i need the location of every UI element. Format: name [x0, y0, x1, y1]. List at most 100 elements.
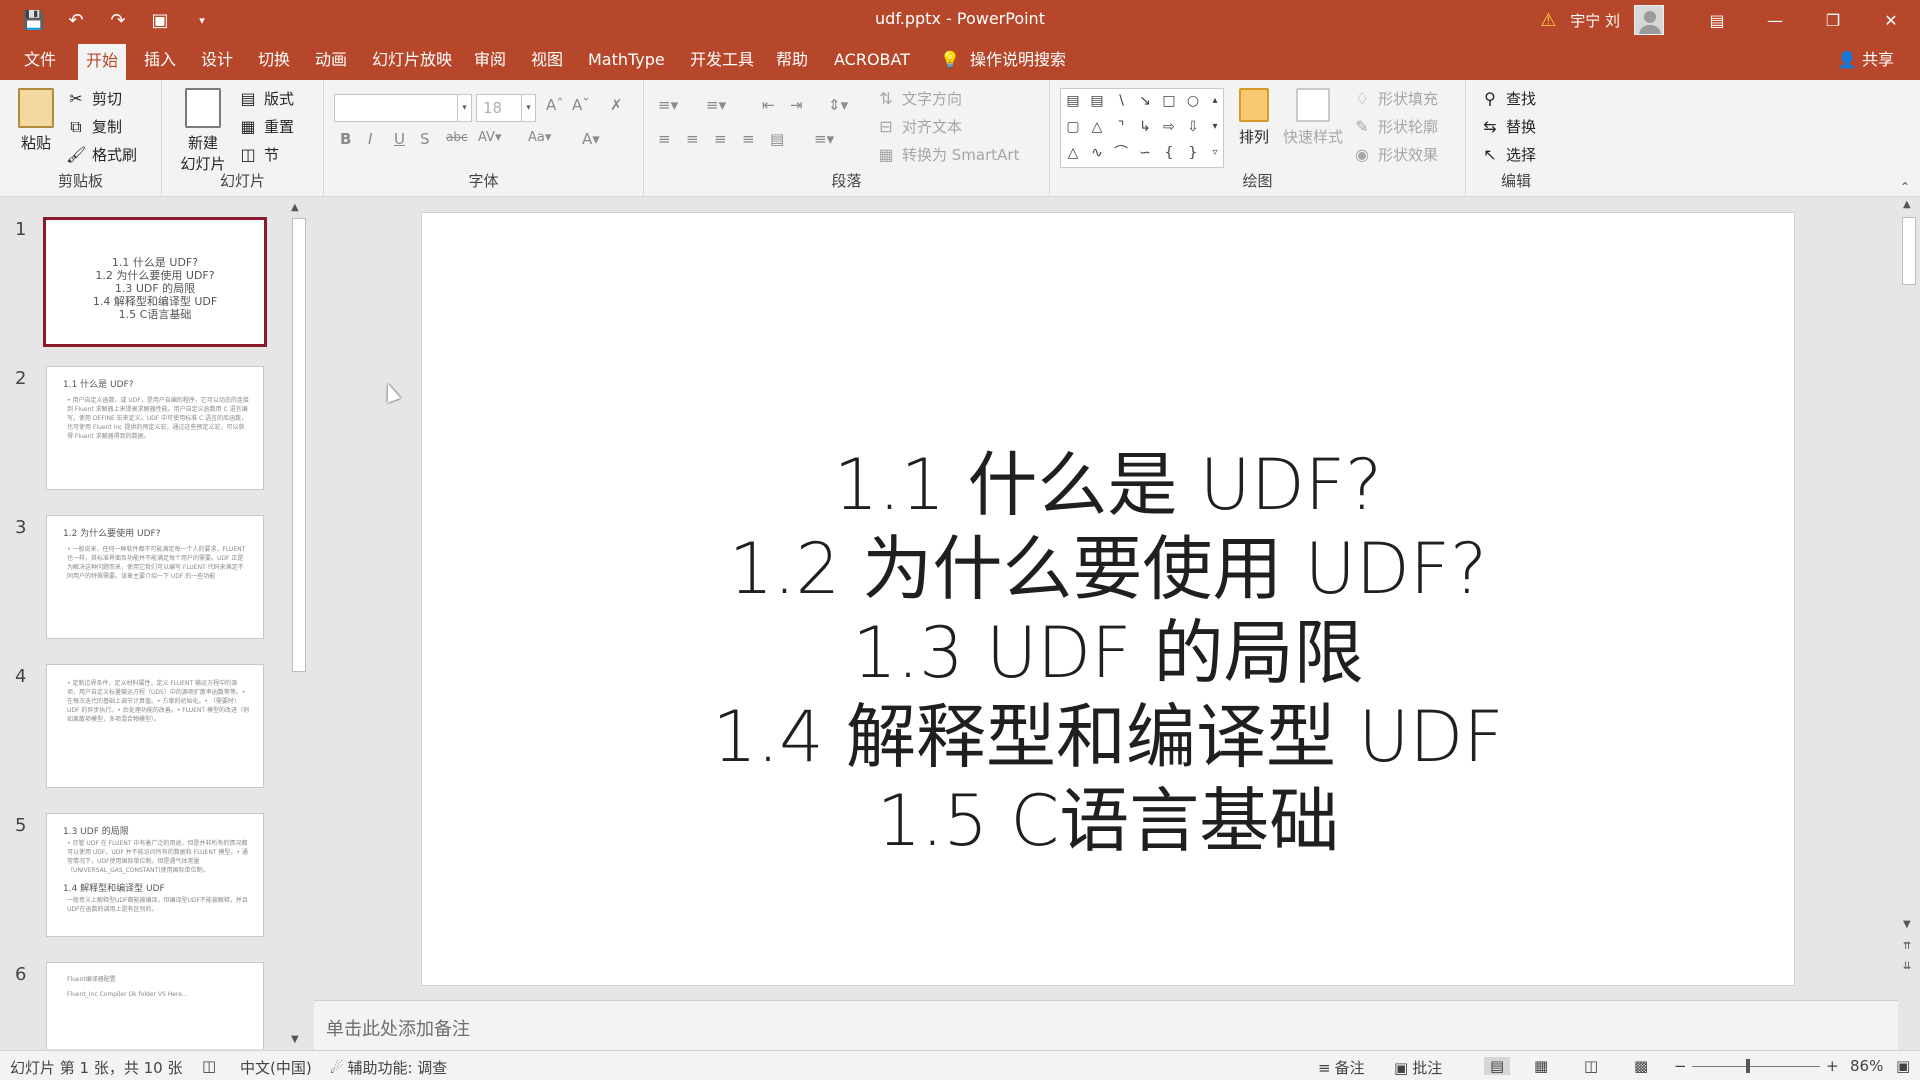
slide-thumbnail-5[interactable]: 1.3 UDF 的局限 • 尽管 UDF 在 FLUENT 中有着广泛的用途，但… — [46, 813, 264, 937]
avatar[interactable] — [1634, 5, 1664, 35]
tab-design[interactable]: 设计 — [193, 40, 241, 80]
thumbnails-scrollbar[interactable]: ▲ ▼ — [289, 200, 309, 1050]
copy-button[interactable]: ⧉ 复制 — [66, 116, 122, 137]
thumb-slot-5[interactable]: 5 1.3 UDF 的局限 • 尽管 UDF 在 FLUENT 中有着广泛的用途… — [0, 813, 300, 943]
select-button[interactable]: ↖ 选择 — [1480, 144, 1536, 165]
increase-indent-icon[interactable]: ⇥ — [790, 96, 803, 114]
slide-canvas[interactable]: 1.1 什么是 UDF? 1.2 为什么要使用 UDF? 1.3 UDF 的局限… — [421, 212, 1795, 986]
tab-acrobat[interactable]: ACROBAT — [826, 40, 918, 80]
zoom-slider[interactable] — [1692, 1066, 1820, 1067]
find-button[interactable]: ⚲ 查找 — [1480, 88, 1536, 109]
scrollbar-thumb[interactable] — [292, 218, 306, 672]
tab-review[interactable]: 审阅 — [466, 40, 514, 80]
align-center-icon[interactable]: ≡ — [686, 130, 699, 148]
arrange-button[interactable]: 排列 — [1232, 88, 1276, 147]
slide-sorter-icon[interactable]: ▦ — [1534, 1057, 1548, 1075]
thumb-slot-3[interactable]: 3 1.2 为什么要使用 UDF? • 一般说来，任何一种软件都不可能满足每一个… — [0, 515, 300, 645]
paste-button[interactable]: 粘贴 — [14, 88, 58, 153]
ribbon-display-icon[interactable]: ▤ — [1688, 0, 1746, 40]
elbow-shape-icon[interactable]: ⌝ — [1113, 119, 1129, 135]
tab-mathtype[interactable]: MathType — [580, 40, 673, 80]
user-name[interactable]: 宇宁 刘 — [1570, 10, 1620, 31]
grow-font-icon[interactable]: Aˆ — [546, 96, 564, 114]
thumb-slot-2[interactable]: 2 1.1 什么是 UDF? • 用户自定义函数，或 UDF，是用户自编的程序，… — [0, 366, 300, 496]
zoom-in-icon[interactable]: + — [1826, 1057, 1839, 1075]
slide-thumbnail-6[interactable]: Fluent编译器配置 Fluent_Inc Compiler Ok folde… — [46, 962, 264, 1049]
replace-button[interactable]: ⇆ 替换 — [1480, 116, 1536, 137]
cut-button[interactable]: ✂ 剪切 — [66, 88, 122, 109]
char-spacing-icon[interactable]: AV▾ — [478, 130, 501, 145]
vtextbox-shape-icon[interactable]: ▤ — [1089, 93, 1105, 109]
shape-outline-button[interactable]: ✎ 形状轮廓 — [1352, 116, 1438, 137]
new-slide-button[interactable]: 新建 幻灯片 — [170, 88, 236, 174]
right-arrow-shape-icon[interactable]: ⇨ — [1161, 119, 1177, 135]
tell-me-search[interactable]: 操作说明搜索 — [962, 40, 1074, 80]
triangle-shape-icon[interactable]: △ — [1089, 119, 1105, 135]
text-direction-button[interactable]: ⇅ 文字方向 — [876, 88, 962, 109]
language-indicator[interactable]: 中文(中国) — [240, 1057, 312, 1078]
tab-help[interactable]: 帮助 — [768, 40, 816, 80]
editor-scrollbar[interactable]: ▲ ▼ ⇈ ⇊ — [1898, 197, 1920, 1049]
right-brace-shape-icon[interactable]: } — [1185, 145, 1201, 161]
distributed-icon[interactable]: ▤ — [770, 130, 784, 148]
notes-toggle-button[interactable]: ≡ 备注 — [1318, 1057, 1365, 1078]
oval-shape-icon[interactable]: ○ — [1185, 93, 1201, 109]
collapse-ribbon-icon[interactable]: ⌃ — [1900, 180, 1910, 194]
accessibility-button[interactable]: ☄ 辅助功能: 调查 — [330, 1057, 447, 1078]
freeform-shape-icon[interactable]: △ — [1065, 145, 1081, 161]
spelling-icon[interactable]: ◫ — [202, 1057, 216, 1075]
italic-icon[interactable]: I — [368, 130, 372, 148]
line-spacing-icon[interactable]: ⇕▾ — [828, 96, 848, 114]
gallery-more-icon[interactable]: ▿ — [1207, 145, 1223, 161]
thumb-slot-6[interactable]: 6 Fluent编译器配置 Fluent_Inc Compiler Ok fol… — [0, 962, 300, 1049]
strikethrough-icon[interactable]: abc — [446, 130, 468, 144]
next-slide-icon[interactable]: ⇊ — [1903, 961, 1911, 972]
zoom-level[interactable]: 86% — [1850, 1057, 1883, 1075]
reset-button[interactable]: ▦ 重置 — [238, 116, 294, 137]
zoom-slider-thumb[interactable] — [1746, 1059, 1750, 1073]
textbox-shape-icon[interactable]: ▤ — [1065, 93, 1081, 109]
thumb-slot-4[interactable]: 4 • 定制边界条件，定义材料属性，定义 FLUENT 输运方程中的源项，用户自… — [0, 664, 300, 794]
arc-shape-icon[interactable]: ⌒ — [1113, 145, 1129, 161]
gallery-down-icon[interactable]: ▾ — [1207, 119, 1223, 135]
tab-insert[interactable]: 插入 — [136, 40, 184, 80]
elbow-arrow-shape-icon[interactable]: ↳ — [1137, 119, 1153, 135]
layout-button[interactable]: ▤ 版式 — [238, 88, 294, 109]
minimize-button[interactable]: — — [1746, 0, 1804, 40]
change-case-icon[interactable]: Aa▾ — [528, 130, 551, 145]
quick-styles-button[interactable]: 快速样式 — [1280, 88, 1346, 147]
notes-pane[interactable]: 单击此处添加备注 — [314, 1000, 1898, 1050]
tab-file[interactable]: 文件 — [16, 40, 64, 80]
slide-thumbnail-2[interactable]: 1.1 什么是 UDF? • 用户自定义函数，或 UDF，是用户自编的程序，它可… — [46, 366, 264, 490]
close-button[interactable]: ✕ — [1862, 0, 1920, 40]
tab-slideshow[interactable]: 幻灯片放映 — [364, 40, 460, 80]
slide-thumbnail-4[interactable]: • 定制边界条件，定义材料属性，定义 FLUENT 输运方程中的源项，用户自定义… — [46, 664, 264, 788]
slideshow-view-icon[interactable]: ▩ — [1634, 1057, 1648, 1075]
scroll-down-icon[interactable]: ▼ — [291, 1034, 299, 1045]
format-painter-button[interactable]: 🖌 格式刷 — [66, 144, 137, 165]
scroll-up-icon[interactable]: ▲ — [291, 202, 299, 213]
arrow-line-shape-icon[interactable]: ↘ — [1137, 93, 1153, 109]
smartart-button[interactable]: ▦ 转换为 SmartArt — [876, 144, 1019, 165]
scroll-down-icon[interactable]: ▼ — [1903, 919, 1911, 930]
line-shape-icon[interactable]: ∖ — [1113, 93, 1129, 109]
align-right-icon[interactable]: ≡ — [714, 130, 727, 148]
tab-developer[interactable]: 开发工具 — [682, 40, 762, 80]
font-color-icon[interactable]: A▾ — [582, 130, 600, 148]
shrink-font-icon[interactable]: Aˇ — [572, 96, 590, 114]
columns-icon[interactable]: ≡▾ — [814, 130, 834, 148]
slide-thumbnail-1[interactable]: 1.1 什么是 UDF? 1.2 为什么要使用 UDF? 1.3 UDF 的局限… — [43, 217, 267, 347]
scroll-up-icon[interactable]: ▲ — [1903, 199, 1911, 210]
comments-toggle-button[interactable]: ▣ 批注 — [1394, 1057, 1442, 1078]
bullets-icon[interactable]: ≡▾ — [658, 96, 678, 114]
slide-thumbnail-3[interactable]: 1.2 为什么要使用 UDF? • 一般说来，任何一种软件都不可能满足每一个人的… — [46, 515, 264, 639]
shadow-icon[interactable]: S — [420, 130, 430, 148]
clear-format-icon[interactable]: ✗ — [610, 96, 623, 114]
bold-icon[interactable]: B — [340, 130, 351, 148]
underline-icon[interactable]: U — [394, 130, 405, 148]
fit-slide-icon[interactable]: ▣ — [1896, 1057, 1910, 1075]
justify-icon[interactable]: ≡ — [742, 130, 755, 148]
font-size-combo[interactable]: 18 ▾ — [476, 94, 536, 122]
align-text-button[interactable]: ⊟ 对齐文本 — [876, 116, 962, 137]
tab-transitions[interactable]: 切换 — [250, 40, 298, 80]
